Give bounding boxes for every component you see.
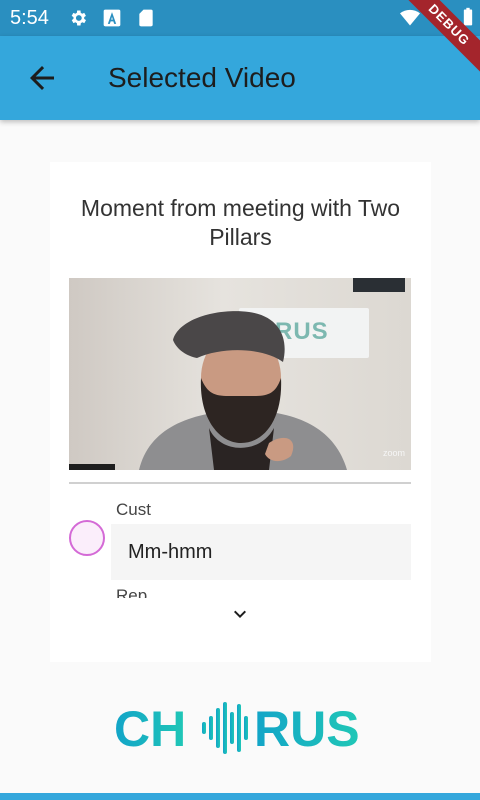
participant-name-tag — [69, 464, 115, 470]
app-bar: Selected Video — [0, 36, 480, 120]
sd-card-icon — [139, 9, 153, 27]
video-player[interactable]: RUS zoom — [69, 278, 411, 470]
gear-icon — [71, 10, 86, 26]
waveform-icon — [202, 702, 248, 754]
status-bar: 5:54 — [0, 0, 480, 36]
chevron-down-icon[interactable] — [228, 602, 252, 626]
page-title: Selected Video — [108, 62, 296, 93]
speaker-avatar — [69, 520, 105, 556]
arrow-back-icon[interactable] — [22, 58, 62, 98]
speaker-label: Cust — [116, 500, 151, 519]
transcript-text: Mm-hmm — [128, 541, 213, 563]
video-title: Moment from meeting with Two Pillars — [80, 195, 401, 250]
chorus-logo: CH RUS — [114, 701, 360, 756]
speaker-label: Rep — [116, 586, 148, 598]
a-icon — [103, 9, 121, 27]
wifi-icon — [400, 9, 420, 26]
logo-text-right: RUS — [254, 701, 360, 756]
logo-text-left: CH — [114, 701, 186, 756]
zoom-watermark: zoom — [382, 448, 405, 458]
person-in-video — [139, 311, 347, 470]
status-time: 5:54 — [10, 7, 49, 29]
transcript-bubble: Mm-hmm — [111, 524, 411, 580]
divider — [69, 482, 411, 484]
bottom-bar — [0, 793, 480, 800]
video-card: Moment from meeting with Two Pillars RUS… — [50, 162, 431, 662]
